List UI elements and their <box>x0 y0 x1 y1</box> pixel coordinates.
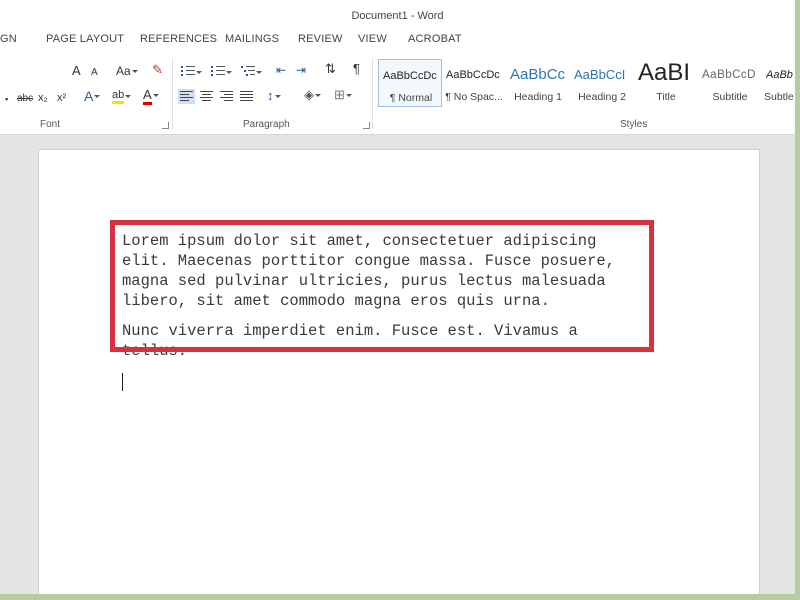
font-color-button[interactable]: A <box>143 88 159 105</box>
change-case-button[interactable]: Aa <box>116 64 138 78</box>
group-divider <box>372 58 373 130</box>
strikethrough-button[interactable]: abc <box>17 92 33 106</box>
text-effects-button[interactable]: A <box>84 89 101 103</box>
bullets-icon[interactable] <box>181 65 202 77</box>
ribbon-tabs: GN PAGE LAYOUT REFERENCES MAILINGS REVIE… <box>0 31 795 51</box>
tab-design[interactable]: GN <box>0 33 17 45</box>
style-heading-1[interactable]: AaBbCc Heading 1 <box>506 59 570 107</box>
borders-icon[interactable]: ⊞ <box>334 88 352 102</box>
tab-mailings[interactable]: MAILINGS <box>225 33 279 45</box>
style-sample: AaBbCcDc <box>383 70 437 82</box>
font-group-label: Font <box>40 119 61 130</box>
paragraph-dialog-launcher-icon[interactable] <box>363 122 370 129</box>
style-no-spacing[interactable]: AaBbCcDc ¶ No Spac... <box>442 59 506 107</box>
style-name: ¶ No Spac... <box>445 91 503 103</box>
tab-view[interactable]: VIEW <box>358 33 387 45</box>
subscript-button[interactable]: x₂ <box>38 91 48 105</box>
line-spacing-icon[interactable]: ↕ <box>267 89 280 103</box>
style-sample: AaBbCcD <box>702 69 756 81</box>
strike-dot: ▪ <box>5 94 9 104</box>
shading-icon[interactable]: ◈ <box>304 88 321 102</box>
tab-references[interactable]: REFERENCES <box>140 33 217 45</box>
style-sample: AaBb <box>766 69 793 81</box>
style-name: Subtle <box>764 91 794 103</box>
sort-icon[interactable]: ⇅ <box>325 62 336 76</box>
style-title[interactable]: AaBI Title <box>634 59 698 107</box>
style-name: Heading 1 <box>514 91 562 103</box>
style-subtitle[interactable]: AaBbCcD Subtitle <box>698 59 762 107</box>
style-sample: AaBbCc <box>510 66 566 83</box>
group-divider <box>172 58 173 130</box>
tab-page-layout[interactable]: PAGE LAYOUT <box>46 33 124 45</box>
style-subtle-emphasis[interactable]: AaBb Subtle <box>762 59 795 107</box>
align-center-icon[interactable] <box>200 91 213 102</box>
title-bar: Document1 - Word <box>0 0 795 30</box>
font-dialog-launcher-icon[interactable] <box>162 122 169 129</box>
style-name: Heading 2 <box>578 91 626 103</box>
tab-acrobat[interactable]: ACROBAT <box>408 33 462 45</box>
styles-group-label: Styles <box>620 119 648 130</box>
clear-formatting-icon[interactable]: ✎ <box>152 63 163 77</box>
style-sample: AaBI <box>638 59 691 86</box>
highlight-color-button[interactable]: ab <box>112 89 132 104</box>
decrease-indent-icon[interactable]: ⇤ <box>276 63 286 77</box>
word-window: Document1 - Word GN PAGE LAYOUT REFERENC… <box>0 0 795 594</box>
text-cursor <box>122 373 123 391</box>
align-left-icon[interactable] <box>178 89 195 104</box>
window-title: Document1 - Word <box>351 10 444 22</box>
style-normal[interactable]: AaBbCcDc ¶ Normal <box>378 59 442 107</box>
shrink-font-button[interactable]: A <box>91 66 98 80</box>
numbering-icon[interactable] <box>211 65 232 77</box>
style-name: ¶ Normal <box>389 92 433 104</box>
justify-icon[interactable] <box>240 91 253 102</box>
align-right-icon[interactable] <box>220 91 233 102</box>
style-name: Subtitle <box>712 91 748 103</box>
increase-indent-icon[interactable]: ⇥ <box>296 63 306 77</box>
multilevel-list-icon[interactable] <box>241 65 262 77</box>
document-workspace <box>0 135 795 594</box>
grow-font-button[interactable]: A <box>72 64 81 78</box>
style-heading-2[interactable]: AaBbCcI Heading 2 <box>570 59 634 107</box>
style-sample: AaBbCcDc <box>446 69 500 81</box>
document-page[interactable] <box>38 149 760 594</box>
paragraph-group-label: Paragraph <box>243 119 290 130</box>
tab-review[interactable]: REVIEW <box>298 33 343 45</box>
superscript-button[interactable]: x² <box>57 91 66 105</box>
style-sample: AaBbCcI <box>574 67 626 82</box>
show-formatting-button[interactable]: ¶ <box>353 62 360 76</box>
style-name: Title <box>656 91 676 103</box>
selection-highlight-box <box>110 220 654 352</box>
